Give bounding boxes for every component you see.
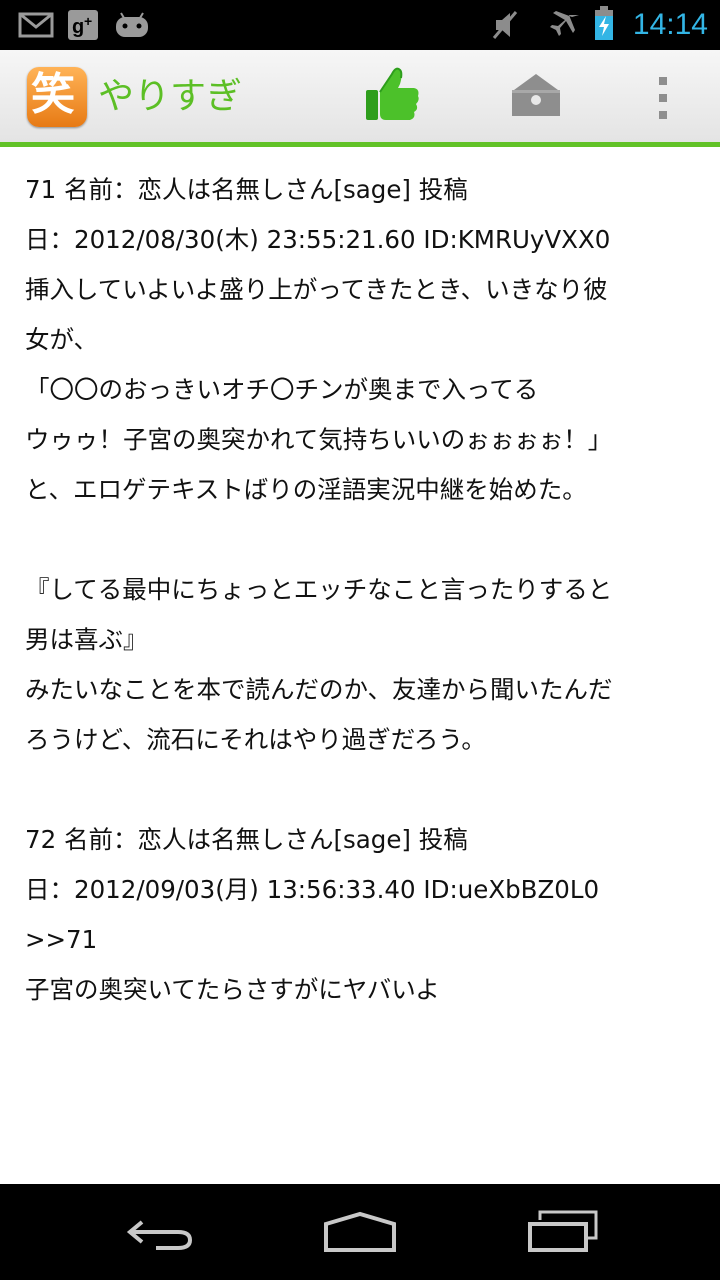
post-body-line: みたいなことを本で読んだのか、友達から聞いたんだ — [25, 675, 613, 704]
post-body-line: ろうけど、流石にそれはやり過ぎだろう。 — [25, 725, 486, 754]
android-icon — [116, 12, 148, 37]
post-body-line: 女が、 — [25, 325, 99, 354]
thread-content: 71 名前：恋人は名無しさん[sage] 投稿 日：2012/08/30(木) … — [25, 165, 700, 1015]
screen: g + 14:14 笑 やりすぎ 71 名前：恋人は名無しさん[sage] 投稿… — [0, 0, 720, 1280]
clock: 14:14 — [632, 8, 708, 41]
app-title: やりすぎ — [98, 76, 243, 117]
google-plus-icon: g + — [68, 10, 98, 40]
app-logo[interactable]: 笑 — [27, 67, 87, 127]
reply-anchor-link[interactable]: >>71 — [25, 915, 700, 965]
post-body-line: 「〇〇のおっきいオチ〇チンが奥まで入ってる — [25, 375, 539, 404]
svg-text:g: g — [72, 16, 84, 38]
volume-muted-icon — [492, 11, 518, 39]
post-header-date: 日：2012/08/30(木) 23:55:21.60 ID:KMRUyVXX0 — [25, 225, 611, 254]
post-body-line: ウゥゥ！子宮の奥突かれて気持ちいいのぉぉぉぉ！」 — [25, 425, 613, 454]
app-logo-glyph: 笑 — [31, 69, 75, 120]
post-body-line: 『してる最中にちょっとエッチなこと言ったりすると — [25, 575, 613, 604]
home-icon[interactable] — [318, 1200, 402, 1264]
status-bar: g + 14:14 — [0, 0, 720, 50]
airplane-mode-icon — [550, 11, 579, 36]
action-bar-divider — [0, 142, 720, 147]
post-body-line — [25, 515, 700, 565]
battery-charging-icon — [595, 6, 613, 40]
post: 72 名前：恋人は名無しさん[sage] 投稿 日：2012/09/03(月) … — [25, 815, 700, 1015]
post-body-line: 挿入していよいよ盛り上がってきたとき、いきなり彼 — [25, 275, 608, 304]
recent-apps-icon[interactable] — [520, 1200, 604, 1264]
post-header: 71 名前：恋人は名無しさん[sage] 投稿 — [25, 175, 468, 204]
post-separator — [25, 765, 700, 815]
back-icon[interactable] — [120, 1200, 200, 1264]
thumbs-up-icon[interactable] — [358, 64, 424, 126]
post: 71 名前：恋人は名無しさん[sage] 投稿 日：2012/08/30(木) … — [25, 165, 700, 765]
svg-text:+: + — [84, 13, 92, 29]
post-header-date: 日：2012/09/03(月) 13:56:33.40 ID:ueXbBZ0L0 — [25, 875, 600, 904]
gmail-icon — [18, 12, 54, 38]
post-body-line: 男は喜ぶ』 — [25, 625, 148, 654]
inbox-tray-icon[interactable] — [508, 66, 564, 122]
post-header: 72 名前：恋人は名無しさん[sage] 投稿 — [25, 825, 468, 854]
post-body-line: と、エロゲテキストばりの淫語実況中継を始めた。 — [25, 475, 587, 504]
overflow-menu-icon[interactable] — [652, 74, 674, 122]
post-body-line: 子宮の奥突いてたらさすがにヤバいよ — [25, 975, 440, 1004]
